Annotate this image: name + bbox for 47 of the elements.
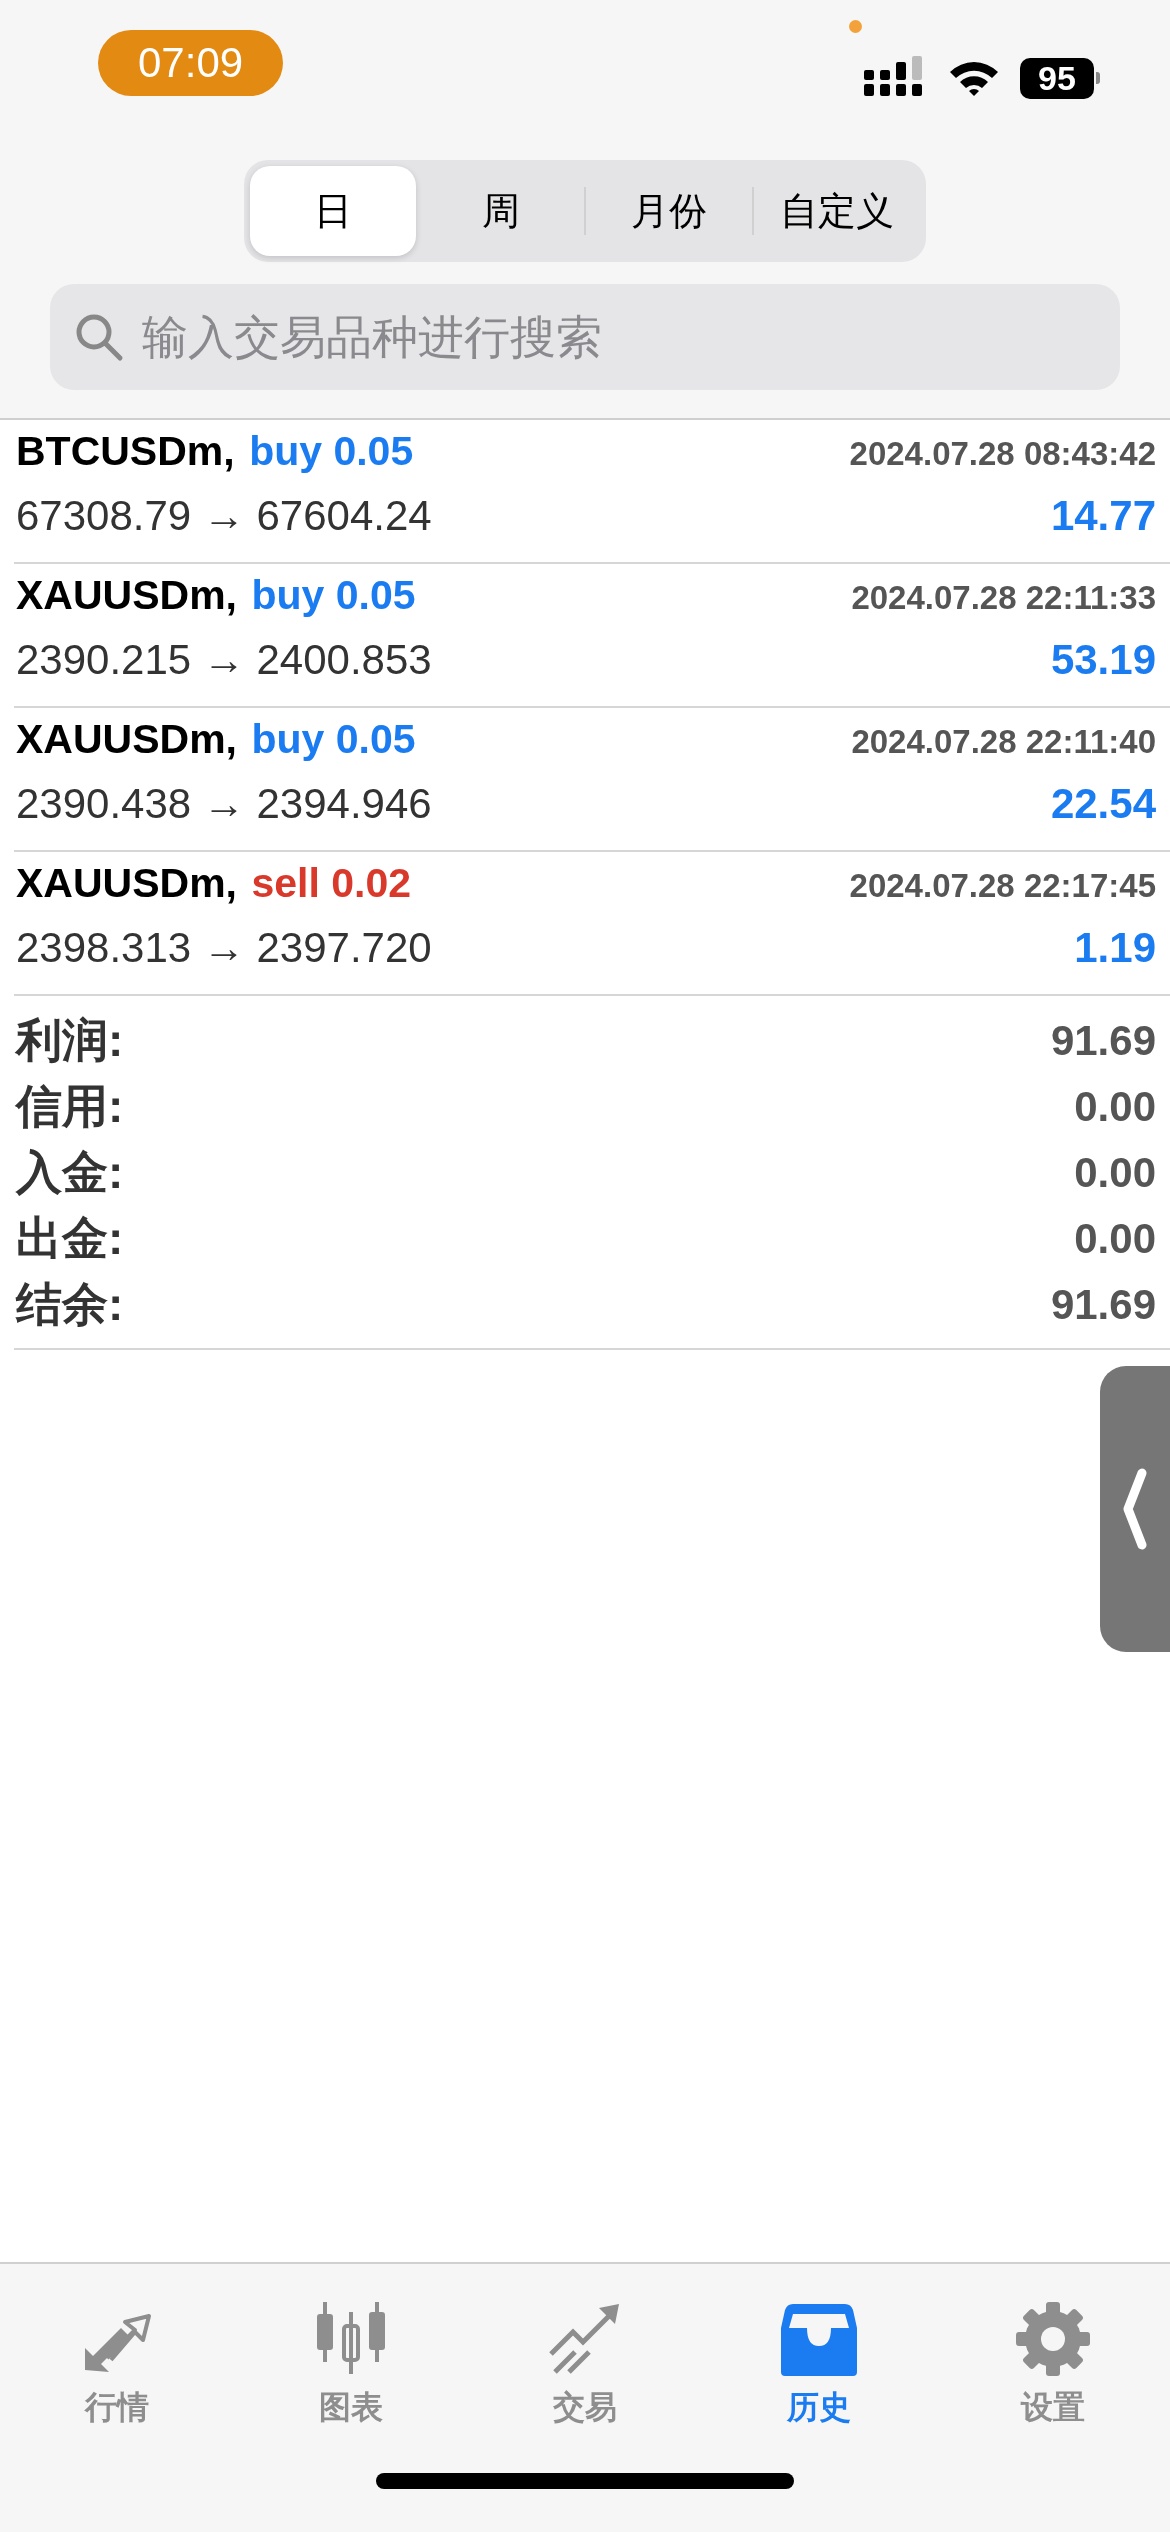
period-tab[interactable]: 自定义 [754, 166, 920, 256]
deal-profit: 22.54 [1050, 780, 1156, 828]
nav-tab[interactable]: 行情 [27, 2280, 207, 2430]
summary-value: 91.69 [1050, 1281, 1156, 1329]
nav-tab[interactable]: 历史 [729, 2280, 909, 2430]
deal-time: 2024.07.28 22:11:40 [851, 723, 1156, 761]
battery-level: 95 [1020, 57, 1094, 99]
deal-time: 2024.07.28 22:17:45 [849, 867, 1156, 905]
privacy-dot [849, 20, 862, 33]
summary-value: 91.69 [1050, 1017, 1156, 1065]
nav-tab[interactable]: 设置 [963, 2280, 1143, 2430]
search-field[interactable]: 输入交易品种进行搜索 [50, 284, 1120, 390]
order-side: buy 0.05 [249, 428, 414, 474]
side-panel-handle[interactable] [1100, 1366, 1170, 1652]
order-side: sell 0.02 [251, 860, 411, 906]
status-time: 07:09 [98, 30, 284, 96]
summary-label: 利润: [16, 1013, 124, 1068]
order-side: buy 0.05 [251, 572, 416, 618]
deal-time: 2024.07.28 22:11:33 [851, 579, 1156, 617]
symbol-label: XAUUSDm, [16, 572, 237, 618]
summary-value: 0.00 [1074, 1215, 1156, 1263]
summary-label: 入金: [16, 1145, 124, 1200]
symbol-label: XAUUSDm, [16, 716, 237, 762]
price-range: 2390.438 → 2394.946 [16, 780, 432, 828]
settings-icon [1014, 2300, 1092, 2378]
inbox-icon [779, 2302, 859, 2378]
price-range: 2398.313 → 2397.720 [16, 924, 432, 972]
nav-tab[interactable]: 交易 [495, 2280, 675, 2430]
summary-label: 出金: [16, 1211, 124, 1266]
symbol-label: BTCUSDm, [16, 428, 235, 474]
summary-value: 0.00 [1074, 1083, 1156, 1131]
summary-label: 结余: [16, 1277, 124, 1332]
period-tab[interactable]: 周 [418, 166, 584, 256]
summary-label: 信用: [16, 1079, 124, 1134]
deal-profit: 1.19 [1074, 924, 1156, 972]
price-range: 2390.215 → 2400.853 [16, 636, 432, 684]
symbol-label: XAUUSDm, [16, 860, 237, 906]
deal-profit: 53.19 [1050, 636, 1156, 684]
chevron-left-icon [1122, 1467, 1148, 1551]
nav-tab[interactable]: 图表 [261, 2280, 441, 2430]
order-side: buy 0.05 [251, 716, 416, 762]
period-tab[interactable]: 日 [250, 166, 416, 256]
deal-time: 2024.07.28 08:43:42 [849, 435, 1156, 473]
deal-profit: 14.77 [1050, 492, 1156, 540]
price-range: 67308.79 → 67604.24 [16, 492, 432, 540]
summary-value: 0.00 [1074, 1149, 1156, 1197]
period-tab[interactable]: 月份 [586, 166, 752, 256]
